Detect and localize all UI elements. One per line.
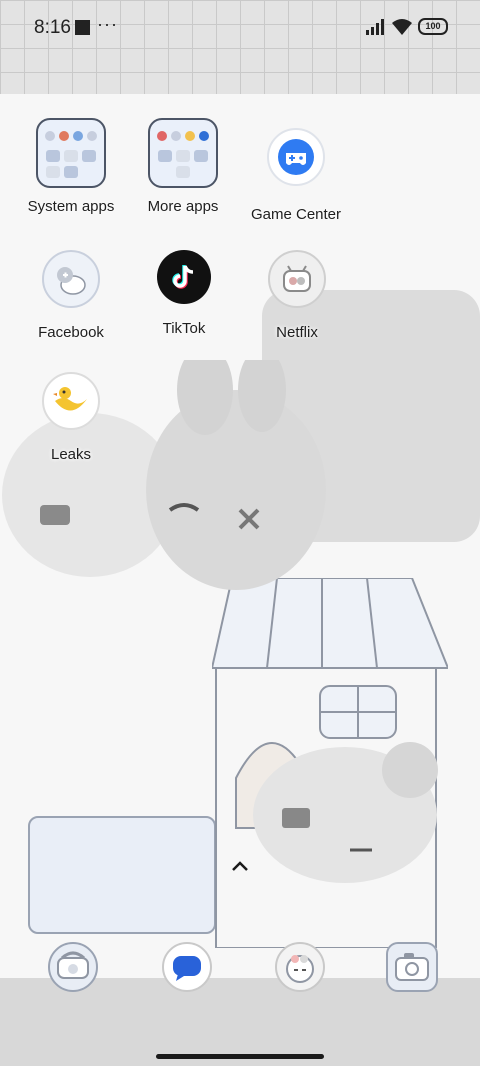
- phone-icon[interactable]: [48, 942, 98, 992]
- signal-icon: [366, 18, 384, 35]
- messages-icon[interactable]: [162, 942, 212, 992]
- app-label: Game Center: [250, 206, 342, 223]
- wifi-icon: [392, 18, 412, 35]
- wallpaper-note-card: [28, 816, 216, 934]
- camera-icon[interactable]: [386, 942, 438, 992]
- leaks-icon: [42, 372, 100, 430]
- app-label: Netflix: [276, 324, 318, 341]
- app-netflix[interactable]: Netflix: [227, 250, 367, 341]
- status-time: 8:16: [34, 17, 71, 38]
- app-leaks[interactable]: Leaks: [1, 372, 141, 463]
- chevron-up-icon[interactable]: [228, 856, 252, 876]
- netflix-icon: [268, 250, 326, 308]
- status-bar: 8:16 ··· 100: [0, 0, 480, 56]
- browser-icon[interactable]: [275, 942, 325, 992]
- wallpaper-plush-bear: [253, 742, 438, 883]
- more-notifications-icon: ···: [97, 14, 118, 34]
- dock: [0, 942, 480, 992]
- app-label: Leaks: [50, 446, 92, 463]
- battery-icon: 100: [418, 18, 448, 35]
- folder-icon: [36, 118, 106, 188]
- tiktok-icon: [157, 250, 211, 304]
- game-controller-icon: [267, 128, 325, 186]
- folder-icon: [148, 118, 218, 188]
- home-gesture-bar[interactable]: [156, 1054, 324, 1059]
- notification-icon: [75, 20, 90, 35]
- status-icons: 100: [366, 18, 448, 35]
- facebook-icon: [42, 250, 100, 308]
- app-game-center[interactable]: Game Center: [226, 128, 366, 223]
